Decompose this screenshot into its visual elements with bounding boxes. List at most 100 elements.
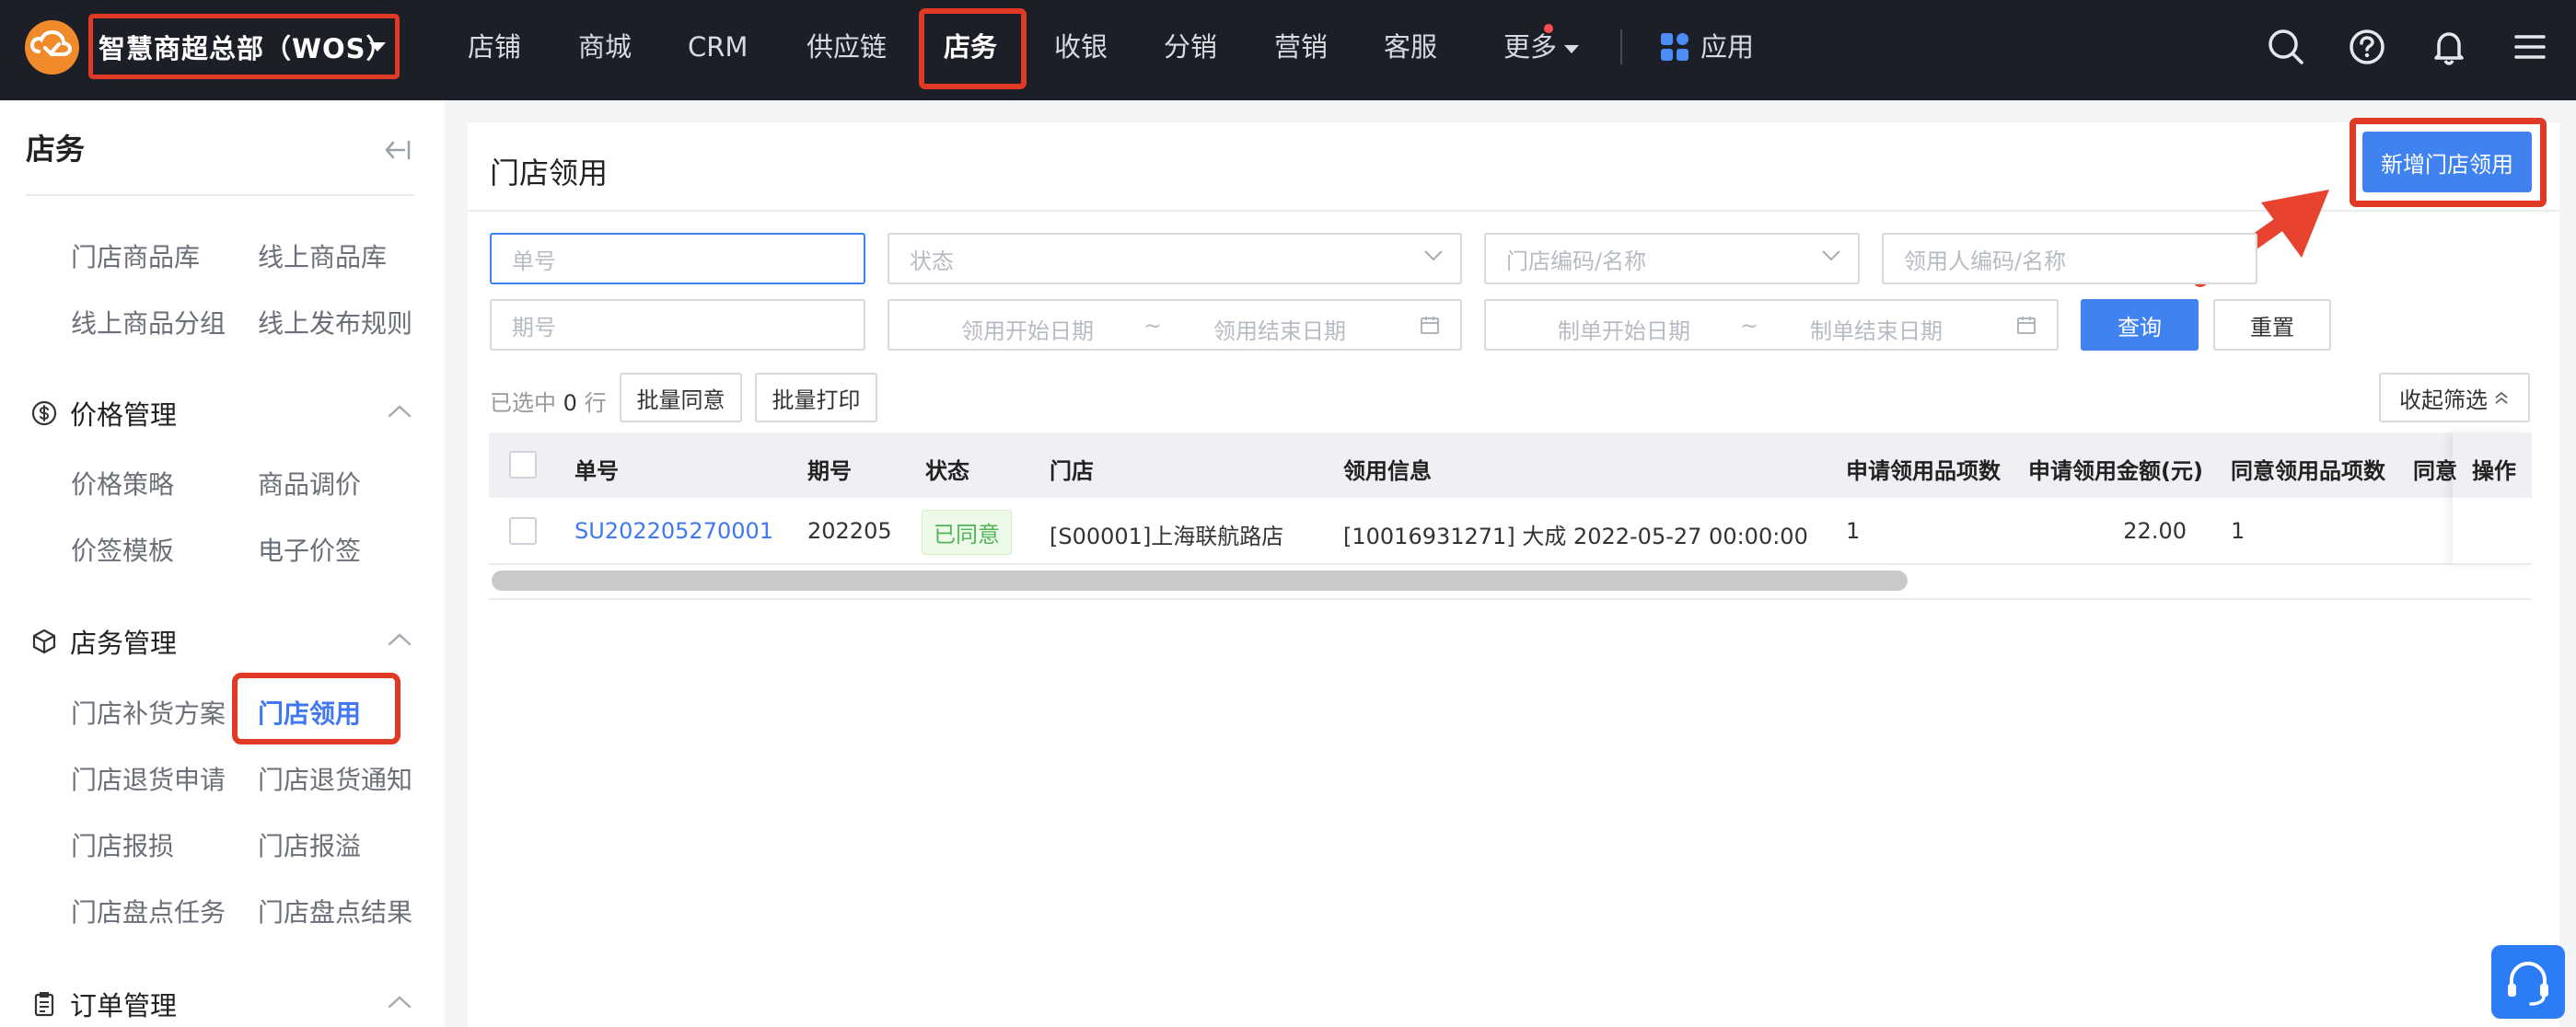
dollar-icon	[30, 399, 58, 427]
nav-more-label: 更多	[1503, 31, 1558, 63]
nav-store-ops[interactable]: 店务	[944, 0, 997, 95]
nav-mall[interactable]: 商城	[578, 0, 632, 95]
range-separator: ~	[1143, 313, 1163, 339]
sidebar-section-label: 订单管理	[70, 990, 178, 1021]
sidebar-item-e-price-tag[interactable]: 电子价签	[258, 531, 361, 568]
status-placeholder: 状态	[910, 248, 954, 274]
chevron-up-icon[interactable]	[387, 404, 412, 419]
selection-info: 已选中 0 行	[490, 385, 607, 417]
table-row[interactable]: SU202205270001 202205 已同意 [S00001]上海联航路店…	[489, 498, 2532, 565]
nav-crm[interactable]: CRM	[688, 0, 748, 95]
apps-icon[interactable]	[1661, 33, 1689, 62]
fixed-column-shadow	[2453, 433, 2532, 565]
requester-input[interactable]: 领用人编码/名称	[1882, 233, 2257, 284]
sidebar-item-replenish-plan[interactable]: 门店补货方案	[71, 694, 226, 731]
info-cell: [10016931271] 大成 2022-05-27 00:00:00	[1343, 524, 1808, 549]
sidebar-item-stocktake-task[interactable]: 门店盘点任务	[71, 893, 226, 929]
query-button[interactable]: 查询	[2081, 299, 2199, 351]
column-header: 门店	[1050, 458, 1094, 484]
use-date-range[interactable]: 领用开始日期 ~ 领用结束日期	[888, 299, 1462, 351]
sidebar-item-store-requisition[interactable]: 门店领用	[258, 694, 361, 731]
nav-divider	[1620, 29, 1622, 64]
collapse-filter-label: 收起筛选	[2399, 387, 2488, 413]
org-name: 智慧商超总部（WOS）	[99, 32, 394, 64]
batch-agree-button[interactable]: 批量同意	[620, 373, 742, 422]
sidebar-section-store-ops[interactable]: 店务管理	[30, 622, 177, 661]
reset-button[interactable]: 重置	[2213, 299, 2331, 351]
sidebar-item-return-request[interactable]: 门店退货申请	[71, 760, 226, 797]
order-no-input[interactable]: 单号	[490, 233, 865, 284]
column-header: 同意	[2413, 458, 2457, 484]
calendar-icon	[1421, 317, 1439, 334]
status-select[interactable]: 状态	[888, 233, 1462, 284]
sidebar-item-stocktake-result[interactable]: 门店盘点结果	[258, 893, 412, 929]
nav-customer-service[interactable]: 客服	[1384, 0, 1437, 95]
nav-cashier[interactable]: 收银	[1054, 0, 1108, 95]
sidebar-item-price-adjust[interactable]: 商品调价	[258, 465, 361, 502]
sidebar-item-store-products[interactable]: 门店商品库	[71, 237, 200, 274]
make-date-range[interactable]: 制单开始日期 ~ 制单结束日期	[1484, 299, 2059, 351]
store-select[interactable]: 门店编码/名称	[1484, 233, 1860, 284]
calendar-icon	[2017, 317, 2036, 334]
caret-down-icon	[369, 42, 386, 52]
search-icon[interactable]	[2265, 26, 2307, 68]
column-header: 期号	[807, 458, 852, 484]
table-bottom-divider	[489, 598, 2532, 600]
store-cell: [S00001]上海联航路店	[1050, 524, 1284, 549]
sidebar-item-price-tag-template[interactable]: 价签模板	[71, 531, 174, 568]
chevron-up-icon[interactable]	[387, 632, 412, 647]
column-header: 领用信息	[1343, 458, 1432, 484]
top-nav-bar: 智慧商超总部（WOS） 店铺 商城 CRM 供应链 店务 收银 分销 营销 客服…	[0, 0, 2576, 100]
menu-icon[interactable]	[2509, 26, 2551, 68]
sidebar-section-label: 店务管理	[70, 628, 178, 659]
org-switcher[interactable]: 智慧商超总部（WOS）	[88, 14, 400, 79]
collapse-sidebar-icon[interactable]	[384, 138, 413, 162]
horizontal-scrollbar[interactable]	[492, 571, 1908, 591]
sidebar-item-publish-rules[interactable]: 线上发布规则	[258, 304, 412, 340]
nav-distribution[interactable]: 分销	[1164, 0, 1217, 95]
help-icon[interactable]	[2346, 26, 2388, 68]
range-separator: ~	[1740, 313, 1759, 339]
sidebar-section-price[interactable]: 价格管理	[30, 394, 177, 433]
period-input[interactable]: 期号	[490, 299, 865, 351]
nav-shop[interactable]: 店铺	[468, 0, 521, 95]
column-header: 单号	[574, 458, 619, 484]
row-checkbox[interactable]	[509, 517, 537, 545]
selection-prefix: 已选中	[490, 390, 556, 416]
chevron-up-icon[interactable]	[387, 995, 412, 1010]
brand-logo-icon[interactable]	[25, 20, 79, 75]
order-no-link[interactable]: SU202205270001	[574, 518, 773, 544]
add-store-requisition-button[interactable]: 新增门店领用	[2362, 132, 2532, 192]
batch-print-button[interactable]: 批量打印	[755, 373, 877, 422]
notification-badge	[1544, 24, 1553, 33]
sidebar-item-online-products[interactable]: 线上商品库	[258, 237, 387, 274]
select-all-checkbox[interactable]	[509, 451, 537, 479]
use-end-date: 领用结束日期	[1213, 318, 1346, 344]
customer-service-icon[interactable]	[2491, 945, 2565, 1019]
sidebar-section-orders[interactable]: 订单管理	[30, 985, 177, 1023]
req-amount-cell: 22.00	[2123, 518, 2187, 544]
store-placeholder: 门店编码/名称	[1506, 248, 1647, 274]
selection-suffix: 行	[584, 390, 607, 416]
sidebar-item-store-overflow[interactable]: 门店报溢	[258, 826, 361, 863]
column-header: 同意领用品项数	[2231, 458, 2385, 484]
bell-icon[interactable]	[2428, 26, 2470, 68]
period-cell: 202205	[807, 518, 892, 544]
chevron-down-icon	[1424, 250, 1443, 261]
sidebar-title: 店务	[26, 132, 86, 167]
sidebar-divider	[26, 194, 414, 196]
nav-marketing[interactable]: 营销	[1274, 0, 1328, 95]
status-badge: 已同意	[922, 510, 1012, 555]
table-header: 单号 期号 状态 门店 领用信息 申请领用品项数 申请领用金额(元) 同意领用品…	[489, 433, 2532, 498]
sidebar-item-return-notice[interactable]: 门店退货通知	[258, 760, 412, 797]
use-start-date: 领用开始日期	[961, 318, 1094, 344]
nav-supply-chain[interactable]: 供应链	[806, 0, 887, 95]
sidebar-item-price-strategy[interactable]: 价格策略	[71, 465, 174, 502]
clipboard-icon	[30, 990, 58, 1018]
nav-more[interactable]: 更多	[1503, 0, 1580, 95]
nav-apps[interactable]: 应用	[1700, 0, 1754, 95]
sidebar-item-store-loss[interactable]: 门店报损	[71, 826, 174, 863]
sidebar-item-online-groups[interactable]: 线上商品分组	[71, 304, 226, 340]
column-header: 状态	[925, 458, 969, 484]
collapse-filter-button[interactable]: 收起筛选	[2379, 373, 2530, 422]
